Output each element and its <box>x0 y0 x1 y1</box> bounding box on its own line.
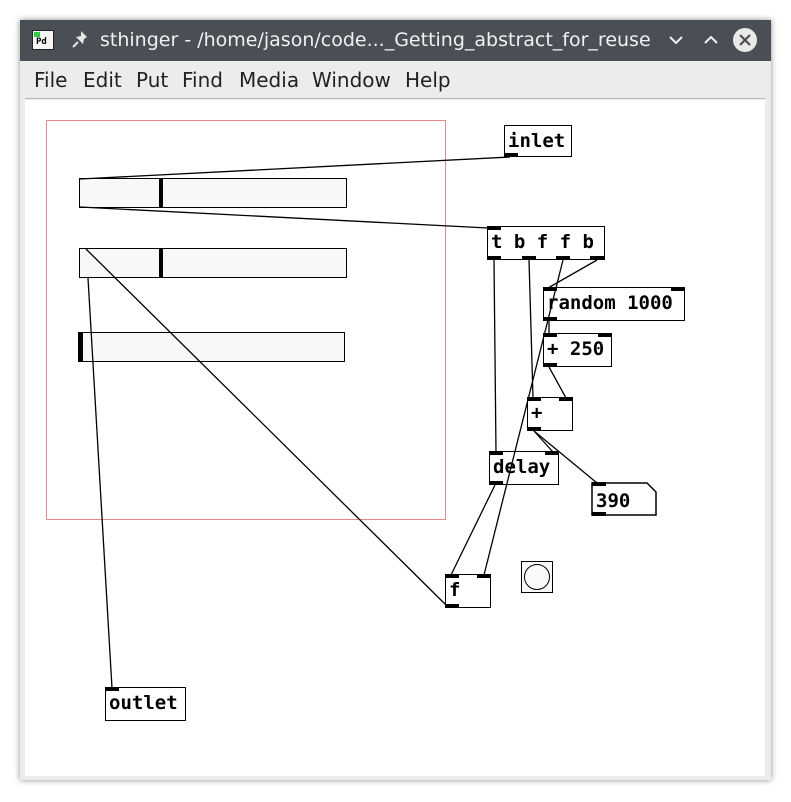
trigger-object[interactable]: t b f f b <box>487 226 605 260</box>
menu-help[interactable]: Help <box>405 68 451 92</box>
inlet-object-label: inlet <box>508 130 566 152</box>
hslider-2[interactable] <box>79 248 347 278</box>
pin-icon[interactable] <box>70 28 92 52</box>
menu-file[interactable]: File <box>34 68 67 92</box>
plus-object-label: + <box>531 402 543 424</box>
menu-bar: File Edit Put Find Media Window Help <box>25 62 765 99</box>
menu-media[interactable]: Media <box>239 68 299 92</box>
hslider-3[interactable] <box>78 332 345 362</box>
hslider-3-knob[interactable] <box>79 333 83 361</box>
pd-app-icon: Pd <box>32 30 54 50</box>
app-icon-label: Pd <box>36 37 47 47</box>
menu-put[interactable]: Put <box>136 68 168 92</box>
close-button[interactable] <box>733 28 757 52</box>
plus-250-object-label: + 250 <box>547 338 605 360</box>
random-object[interactable]: random 1000 <box>543 287 685 321</box>
inlet-object[interactable]: inlet <box>504 125 572 157</box>
maximize-icon[interactable] <box>699 28 723 52</box>
plus-250-object[interactable]: + 250 <box>543 333 612 367</box>
hslider-1[interactable] <box>79 178 347 208</box>
title-bar[interactable]: Pd sthinger - /home/jason/code..._Gettin… <box>20 20 771 61</box>
menu-find[interactable]: Find <box>182 68 223 92</box>
delay-object-label: delay <box>493 456 551 478</box>
outlet-object[interactable]: outlet <box>105 687 186 721</box>
menu-edit[interactable]: Edit <box>83 68 122 92</box>
hslider-1-knob[interactable] <box>159 179 163 207</box>
number-box-value: 390 <box>596 490 630 512</box>
close-icon <box>739 34 751 46</box>
float-object[interactable]: f <box>445 574 491 608</box>
window-title: sthinger - /home/jason/code..._Getting_a… <box>100 29 651 51</box>
float-object-label: f <box>449 579 461 601</box>
menu-window[interactable]: Window <box>312 68 391 92</box>
hslider-2-knob[interactable] <box>159 249 163 277</box>
bang-circle-icon <box>524 564 550 590</box>
outlet-object-label: outlet <box>109 692 178 714</box>
bang-object[interactable] <box>521 561 553 593</box>
random-object-label: random 1000 <box>547 292 673 314</box>
trigger-object-label: t b f f b <box>491 231 594 253</box>
plus-object[interactable]: + <box>527 397 573 431</box>
number-box[interactable]: 390 <box>591 482 657 516</box>
minimize-icon[interactable] <box>664 28 688 52</box>
delay-object[interactable]: delay <box>489 451 559 485</box>
